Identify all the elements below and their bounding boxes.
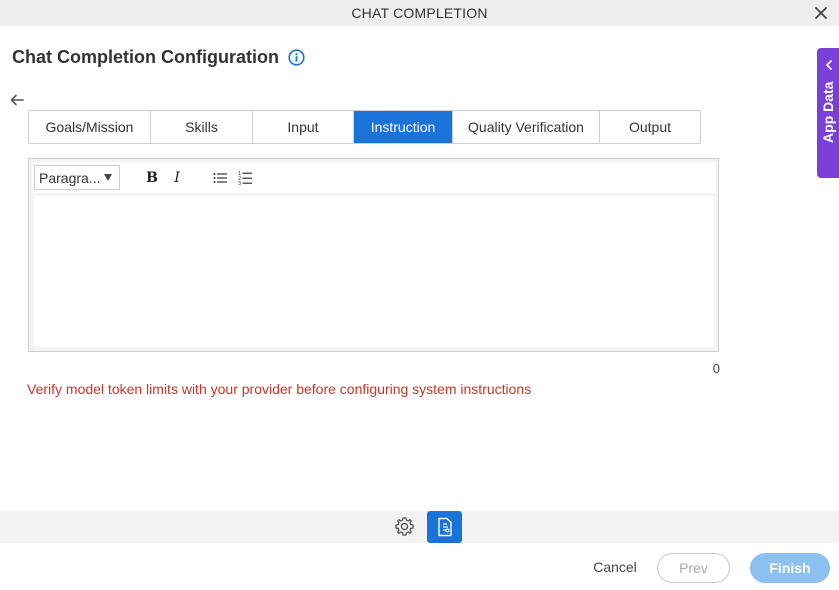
bold-button[interactable]: B <box>140 166 164 190</box>
numbered-list-icon: 1 2 3 <box>238 171 252 186</box>
document-button[interactable] <box>427 511 462 543</box>
prev-button[interactable]: Prev <box>657 553 730 583</box>
svg-text:3: 3 <box>238 181 241 186</box>
character-count: 0 <box>712 361 720 376</box>
bullet-list-icon <box>213 172 227 183</box>
chevron-left-icon <box>826 60 832 70</box>
tab-quality-verification[interactable]: Quality Verification <box>453 111 600 143</box>
config-tabs: Goals/Mission Skills Input Instruction Q… <box>28 110 701 144</box>
document-icon <box>437 517 452 537</box>
editor-toolbar: Paragra... B I 1 2 3 <box>32 162 715 193</box>
page-heading: Chat Completion Configuration <box>12 47 305 68</box>
tab-skills[interactable]: Skills <box>151 111 253 143</box>
tab-input[interactable]: Input <box>253 111 354 143</box>
instruction-text-area[interactable] <box>34 196 714 347</box>
token-limit-warning: Verify model token limits with your prov… <box>27 381 532 397</box>
paragraph-format-select[interactable]: Paragra... <box>34 165 120 190</box>
numbered-list-button[interactable]: 1 2 3 <box>233 166 257 190</box>
paragraph-format-value: Paragra... <box>39 169 101 186</box>
rich-text-editor: Paragra... B I 1 2 3 <box>28 158 719 352</box>
close-icon[interactable] <box>811 3 831 23</box>
cancel-button[interactable]: Cancel <box>585 559 645 575</box>
info-icon[interactable] <box>288 49 305 66</box>
bottom-toolbar <box>0 511 839 543</box>
gear-icon[interactable] <box>393 515 416 538</box>
page-title: Chat Completion Configuration <box>12 47 279 67</box>
italic-button[interactable]: I <box>165 166 189 190</box>
finish-button[interactable]: Finish <box>750 553 830 583</box>
window-titlebar: CHAT COMPLETION <box>0 0 839 26</box>
tab-goals-mission[interactable]: Goals/Mission <box>29 111 151 143</box>
app-data-panel-toggle[interactable]: App Data <box>817 48 839 178</box>
tab-instruction[interactable]: Instruction <box>354 111 453 143</box>
chevron-down-icon <box>104 174 112 181</box>
window-title: CHAT COMPLETION <box>351 5 488 21</box>
back-arrow-icon[interactable] <box>9 92 25 108</box>
bullet-list-button[interactable] <box>208 166 232 190</box>
tab-output[interactable]: Output <box>600 111 700 143</box>
app-data-label: App Data <box>820 82 836 144</box>
